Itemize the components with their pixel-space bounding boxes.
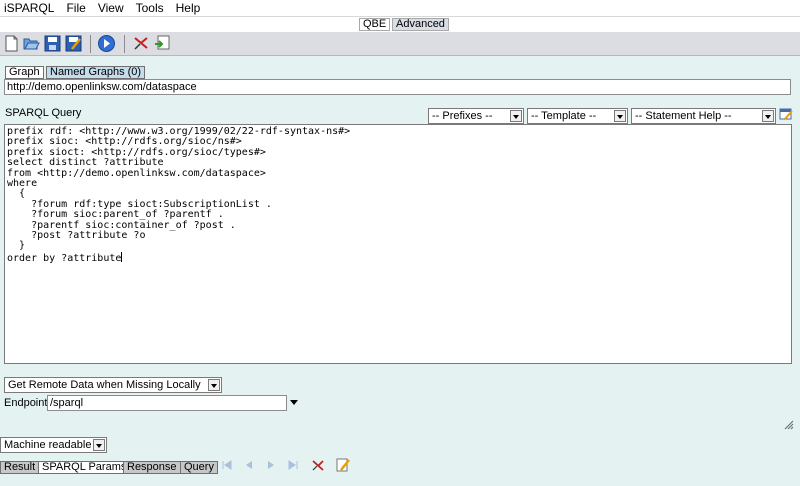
- tab-qbe[interactable]: QBE: [359, 18, 391, 31]
- clear-results-icon[interactable]: [311, 458, 325, 472]
- query-label: SPARQL Query: [5, 107, 82, 119]
- tab-sparql-params[interactable]: SPARQL Params: [38, 461, 131, 474]
- query-line-last: order by ?attribute: [7, 251, 789, 264]
- template-select[interactable]: -- Template --: [527, 108, 628, 124]
- chevron-down-icon: [614, 110, 626, 122]
- query-line: ?post ?attribute ?o: [7, 230, 146, 242]
- import-icon[interactable]: [152, 34, 171, 53]
- query-editor[interactable]: prefix rdf: <http://www.w3.org/1999/02/2…: [4, 124, 792, 364]
- next-page-icon[interactable]: [264, 458, 278, 472]
- output-format-select[interactable]: Machine readable: [0, 437, 107, 453]
- chevron-down-icon: [208, 379, 220, 391]
- tab-query[interactable]: Query: [180, 461, 218, 474]
- last-page-icon[interactable]: [286, 458, 300, 472]
- tab-named-graphs[interactable]: Named Graphs (0): [46, 66, 146, 79]
- toolbar: [0, 32, 800, 56]
- query-line: }: [7, 240, 26, 252]
- edit-results-icon[interactable]: [336, 458, 350, 472]
- endpoint-dropdown-icon[interactable]: [290, 400, 298, 405]
- query-line: where: [7, 178, 38, 190]
- template-value: -- Template --: [531, 110, 597, 122]
- prefixes-value: -- Prefixes --: [432, 110, 493, 122]
- menu-isparql[interactable]: iSPARQL: [0, 0, 62, 17]
- menu-bar: iSPARQL File View Tools Help: [0, 0, 800, 17]
- edit-icon[interactable]: [779, 107, 793, 121]
- tab-response[interactable]: Response: [123, 461, 181, 474]
- toolbar-separator: [90, 35, 91, 53]
- chevron-down-icon: [762, 110, 774, 122]
- graph-uri-input[interactable]: http://demo.openlinksw.com/dataspace: [4, 79, 791, 95]
- output-format-value: Machine readable: [4, 439, 92, 451]
- prefixes-select[interactable]: -- Prefixes --: [428, 108, 524, 124]
- menu-help[interactable]: Help: [172, 0, 209, 17]
- clear-icon[interactable]: [132, 34, 151, 53]
- query-line: from <http://demo.openlinksw.com/dataspa…: [7, 167, 266, 179]
- save-icon[interactable]: [43, 34, 62, 53]
- remote-data-value: Get Remote Data when Missing Locally: [8, 379, 201, 391]
- statement-help-value: -- Statement Help --: [635, 110, 732, 122]
- new-document-icon[interactable]: [2, 34, 21, 53]
- previous-page-icon[interactable]: [242, 458, 256, 472]
- resize-grip-icon[interactable]: [784, 420, 794, 430]
- endpoint-label: Endpoint: [4, 397, 48, 409]
- toolbar-separator: [124, 35, 125, 53]
- menu-view[interactable]: View: [94, 0, 132, 17]
- run-query-icon[interactable]: [97, 34, 116, 53]
- query-line: order by ?attribute: [7, 252, 122, 264]
- remote-data-select[interactable]: Get Remote Data when Missing Locally: [4, 377, 222, 393]
- chevron-down-icon: [510, 110, 522, 122]
- endpoint-input[interactable]: /sparql: [47, 395, 287, 411]
- menu-tools[interactable]: Tools: [132, 0, 172, 17]
- first-page-icon[interactable]: [220, 458, 234, 472]
- text-caret: [121, 251, 123, 262]
- tab-graph[interactable]: Graph: [5, 66, 44, 79]
- mode-bar: QBE Advanced: [0, 17, 800, 32]
- save-as-icon[interactable]: [64, 34, 83, 53]
- open-folder-icon[interactable]: [22, 34, 41, 53]
- menu-file[interactable]: File: [62, 0, 93, 17]
- tab-advanced[interactable]: Advanced: [392, 18, 449, 31]
- statement-help-select[interactable]: -- Statement Help --: [631, 108, 776, 124]
- tab-result[interactable]: Result: [0, 461, 40, 474]
- chevron-down-icon: [93, 439, 105, 451]
